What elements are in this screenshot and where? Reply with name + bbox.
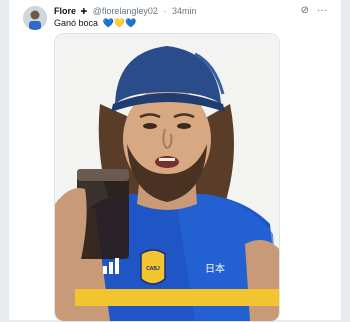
jersey-sponsor-text: 日本 xyxy=(205,262,225,275)
timestamp[interactable]: 34min xyxy=(172,6,197,16)
photo-man-boca-jersey: CABJ 日本 xyxy=(55,34,279,321)
more-icon[interactable]: ··· xyxy=(317,4,327,18)
blue-heart-icon: 💙 xyxy=(125,18,137,28)
yellow-heart-icon: 💛 xyxy=(113,18,125,28)
badge-icon: ✚ xyxy=(80,7,88,16)
tweet-header: Flore ✚ @florelangley02 · 34min xyxy=(54,4,333,18)
avatar-image xyxy=(23,6,47,30)
header-icons: ⊘ ··· xyxy=(301,4,327,18)
tweet-media-image[interactable]: CABJ 日本 xyxy=(54,33,280,322)
display-name[interactable]: Flore xyxy=(54,6,76,16)
hearts: 💙💛💙 xyxy=(103,18,137,28)
blue-heart-icon: 💙 xyxy=(102,18,114,28)
handle[interactable]: @florelangley02 xyxy=(93,6,158,16)
jersey-crest: CABJ xyxy=(140,249,166,285)
tweet-text: Ganó boca 💙💛💙 xyxy=(54,17,136,29)
jersey-crest-text: CABJ xyxy=(146,266,160,272)
tweet-text-content: Ganó boca xyxy=(54,18,99,28)
avatar[interactable] xyxy=(23,6,47,30)
tweet-card[interactable]: Flore ✚ @florelangley02 · 34min ⊘ ··· Ga… xyxy=(9,0,341,322)
grok-icon[interactable]: ⊘ xyxy=(301,4,309,18)
separator: · xyxy=(163,6,167,16)
